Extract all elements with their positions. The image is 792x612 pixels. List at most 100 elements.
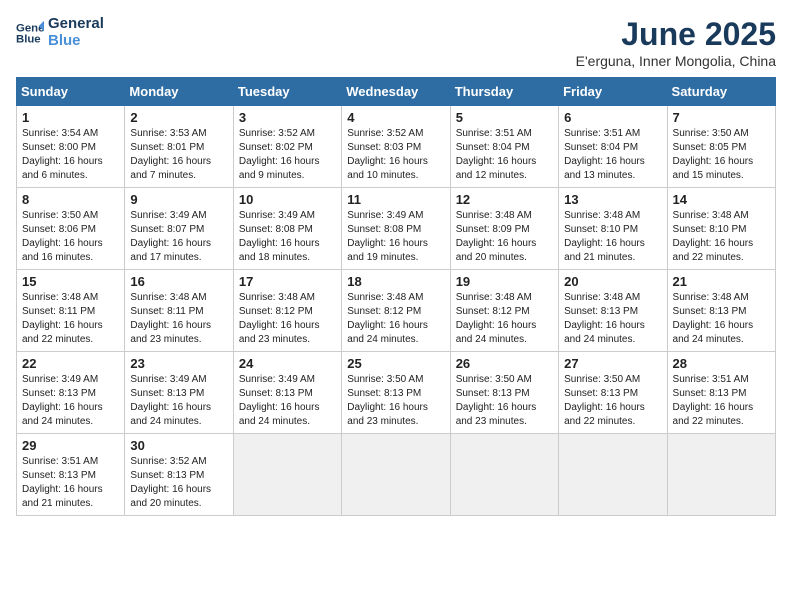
day-info: Sunrise: 3:48 AMSunset: 8:12 PMDaylight:… bbox=[456, 291, 553, 347]
day-info: Sunrise: 3:50 AMSunset: 8:13 PMDaylight:… bbox=[347, 373, 444, 429]
day-cell bbox=[450, 434, 558, 516]
week-row-4: 22 Sunrise: 3:49 AMSunset: 8:13 PMDayligh… bbox=[17, 352, 776, 434]
day-cell: 22Sunrise: 3:49 AMSunset: 8:13 PMDayligh… bbox=[17, 352, 125, 434]
page-header: General Blue General Blue June 2025 E'er… bbox=[16, 16, 776, 69]
day-cell: 26 Sunrise: 3:50 AMSunset: 8:13 PMDayligh… bbox=[450, 352, 558, 434]
day-cell: 2 Sunrise: 3:53 AMSunset: 8:01 PMDaylight… bbox=[125, 106, 233, 188]
day-cell: 28Sunrise: 3:51 AMSunset: 8:13 PMDayligh… bbox=[667, 352, 775, 434]
day-info: Sunrise: 3:51 AMSunset: 8:13 PMDaylight:… bbox=[673, 373, 770, 429]
day-number: 6 bbox=[564, 110, 661, 125]
day-number: 11 bbox=[347, 192, 444, 207]
day-cell bbox=[559, 434, 667, 516]
day-info: Sunrise: 3:50 AMSunset: 8:06 PMDaylight:… bbox=[22, 209, 119, 265]
day-number: 14 bbox=[673, 192, 770, 207]
day-number: 26 bbox=[456, 356, 553, 371]
day-info: Sunrise: 3:51 AMSunset: 8:04 PMDaylight:… bbox=[564, 127, 661, 183]
day-info: Sunrise: 3:53 AMSunset: 8:01 PMDaylight:… bbox=[130, 127, 227, 183]
day-info: Sunrise: 3:52 AMSunset: 8:13 PMDaylight:… bbox=[130, 455, 227, 511]
header-saturday: Saturday bbox=[667, 78, 775, 106]
day-cell: 6 Sunrise: 3:51 AMSunset: 8:04 PMDaylight… bbox=[559, 106, 667, 188]
day-cell: 1Sunrise: 3:54 AMSunset: 8:00 PMDaylight… bbox=[17, 106, 125, 188]
day-cell bbox=[342, 434, 450, 516]
day-number: 2 bbox=[130, 110, 227, 125]
day-cell: 12 Sunrise: 3:48 AMSunset: 8:09 PMDayligh… bbox=[450, 188, 558, 270]
day-number: 13 bbox=[564, 192, 661, 207]
day-cell: 29 Sunrise: 3:51 AMSunset: 8:13 PMDayligh… bbox=[17, 434, 125, 516]
day-number: 8 bbox=[22, 192, 119, 207]
header-sunday: Sunday bbox=[17, 78, 125, 106]
day-info: Sunrise: 3:51 AMSunset: 8:04 PMDaylight:… bbox=[456, 127, 553, 183]
day-info: Sunrise: 3:50 AMSunset: 8:13 PMDaylight:… bbox=[564, 373, 661, 429]
svg-text:Blue: Blue bbox=[16, 33, 41, 45]
logo-line1: General bbox=[48, 16, 104, 33]
calendar-body: 1Sunrise: 3:54 AMSunset: 8:00 PMDaylight… bbox=[17, 106, 776, 516]
day-info: Sunrise: 3:48 AMSunset: 8:13 PMDaylight:… bbox=[564, 291, 661, 347]
day-number: 7 bbox=[673, 110, 770, 125]
day-number: 12 bbox=[456, 192, 553, 207]
day-cell: 27 Sunrise: 3:50 AMSunset: 8:13 PMDayligh… bbox=[559, 352, 667, 434]
day-info: Sunrise: 3:50 AMSunset: 8:05 PMDaylight:… bbox=[673, 127, 770, 183]
location: E'erguna, Inner Mongolia, China bbox=[576, 53, 776, 69]
logo-line2: Blue bbox=[48, 33, 104, 50]
day-cell: 21Sunrise: 3:48 AMSunset: 8:13 PMDayligh… bbox=[667, 270, 775, 352]
day-cell bbox=[667, 434, 775, 516]
week-row-3: 15 Sunrise: 3:48 AMSunset: 8:11 PMDayligh… bbox=[17, 270, 776, 352]
day-info: Sunrise: 3:48 AMSunset: 8:11 PMDaylight:… bbox=[130, 291, 227, 347]
day-cell: 13 Sunrise: 3:48 AMSunset: 8:10 PMDayligh… bbox=[559, 188, 667, 270]
logo: General Blue General Blue bbox=[16, 16, 104, 49]
day-cell: 18Sunrise: 3:48 AMSunset: 8:12 PMDayligh… bbox=[342, 270, 450, 352]
logo-icon: General Blue bbox=[16, 19, 44, 47]
day-info: Sunrise: 3:48 AMSunset: 8:09 PMDaylight:… bbox=[456, 209, 553, 265]
day-number: 24 bbox=[239, 356, 336, 371]
day-cell: 19Sunrise: 3:48 AMSunset: 8:12 PMDayligh… bbox=[450, 270, 558, 352]
day-cell: 23 Sunrise: 3:49 AMSunset: 8:13 PMDayligh… bbox=[125, 352, 233, 434]
day-cell: 20 Sunrise: 3:48 AMSunset: 8:13 PMDayligh… bbox=[559, 270, 667, 352]
calendar-header-row: SundayMondayTuesdayWednesdayThursdayFrid… bbox=[17, 78, 776, 106]
day-info: Sunrise: 3:51 AMSunset: 8:13 PMDaylight:… bbox=[22, 455, 119, 511]
day-number: 3 bbox=[239, 110, 336, 125]
month-title: June 2025 bbox=[576, 16, 776, 53]
day-info: Sunrise: 3:54 AMSunset: 8:00 PMDaylight:… bbox=[22, 127, 119, 183]
day-cell bbox=[233, 434, 341, 516]
day-info: Sunrise: 3:49 AMSunset: 8:07 PMDaylight:… bbox=[130, 209, 227, 265]
day-number: 22 bbox=[22, 356, 119, 371]
day-info: Sunrise: 3:49 AMSunset: 8:08 PMDaylight:… bbox=[347, 209, 444, 265]
day-cell: 7 Sunrise: 3:50 AMSunset: 8:05 PMDaylight… bbox=[667, 106, 775, 188]
day-info: Sunrise: 3:49 AMSunset: 8:13 PMDaylight:… bbox=[130, 373, 227, 429]
day-number: 27 bbox=[564, 356, 661, 371]
day-cell: 4Sunrise: 3:52 AMSunset: 8:03 PMDaylight… bbox=[342, 106, 450, 188]
day-cell: 17Sunrise: 3:48 AMSunset: 8:12 PMDayligh… bbox=[233, 270, 341, 352]
day-number: 16 bbox=[130, 274, 227, 289]
day-cell: 25 Sunrise: 3:50 AMSunset: 8:13 PMDayligh… bbox=[342, 352, 450, 434]
day-number: 4 bbox=[347, 110, 444, 125]
day-info: Sunrise: 3:48 AMSunset: 8:10 PMDaylight:… bbox=[564, 209, 661, 265]
day-cell: 10Sunrise: 3:49 AMSunset: 8:08 PMDayligh… bbox=[233, 188, 341, 270]
day-info: Sunrise: 3:48 AMSunset: 8:11 PMDaylight:… bbox=[22, 291, 119, 347]
day-number: 30 bbox=[130, 438, 227, 453]
day-number: 15 bbox=[22, 274, 119, 289]
day-number: 23 bbox=[130, 356, 227, 371]
day-cell: 8 Sunrise: 3:50 AMSunset: 8:06 PMDaylight… bbox=[17, 188, 125, 270]
day-info: Sunrise: 3:49 AMSunset: 8:13 PMDaylight:… bbox=[239, 373, 336, 429]
calendar-table: SundayMondayTuesdayWednesdayThursdayFrid… bbox=[16, 77, 776, 516]
day-number: 20 bbox=[564, 274, 661, 289]
header-monday: Monday bbox=[125, 78, 233, 106]
week-row-2: 8 Sunrise: 3:50 AMSunset: 8:06 PMDaylight… bbox=[17, 188, 776, 270]
day-number: 10 bbox=[239, 192, 336, 207]
title-block: June 2025 E'erguna, Inner Mongolia, Chin… bbox=[576, 16, 776, 69]
day-cell: 9 Sunrise: 3:49 AMSunset: 8:07 PMDaylight… bbox=[125, 188, 233, 270]
day-info: Sunrise: 3:52 AMSunset: 8:02 PMDaylight:… bbox=[239, 127, 336, 183]
day-info: Sunrise: 3:50 AMSunset: 8:13 PMDaylight:… bbox=[456, 373, 553, 429]
week-row-5: 29 Sunrise: 3:51 AMSunset: 8:13 PMDayligh… bbox=[17, 434, 776, 516]
day-cell: 30 Sunrise: 3:52 AMSunset: 8:13 PMDayligh… bbox=[125, 434, 233, 516]
day-cell: 24 Sunrise: 3:49 AMSunset: 8:13 PMDayligh… bbox=[233, 352, 341, 434]
day-cell: 16 Sunrise: 3:48 AMSunset: 8:11 PMDayligh… bbox=[125, 270, 233, 352]
day-info: Sunrise: 3:48 AMSunset: 8:10 PMDaylight:… bbox=[673, 209, 770, 265]
day-number: 21 bbox=[673, 274, 770, 289]
day-info: Sunrise: 3:48 AMSunset: 8:12 PMDaylight:… bbox=[347, 291, 444, 347]
day-number: 9 bbox=[130, 192, 227, 207]
day-number: 29 bbox=[22, 438, 119, 453]
day-cell: 3 Sunrise: 3:52 AMSunset: 8:02 PMDaylight… bbox=[233, 106, 341, 188]
day-cell: 11 Sunrise: 3:49 AMSunset: 8:08 PMDayligh… bbox=[342, 188, 450, 270]
day-number: 25 bbox=[347, 356, 444, 371]
